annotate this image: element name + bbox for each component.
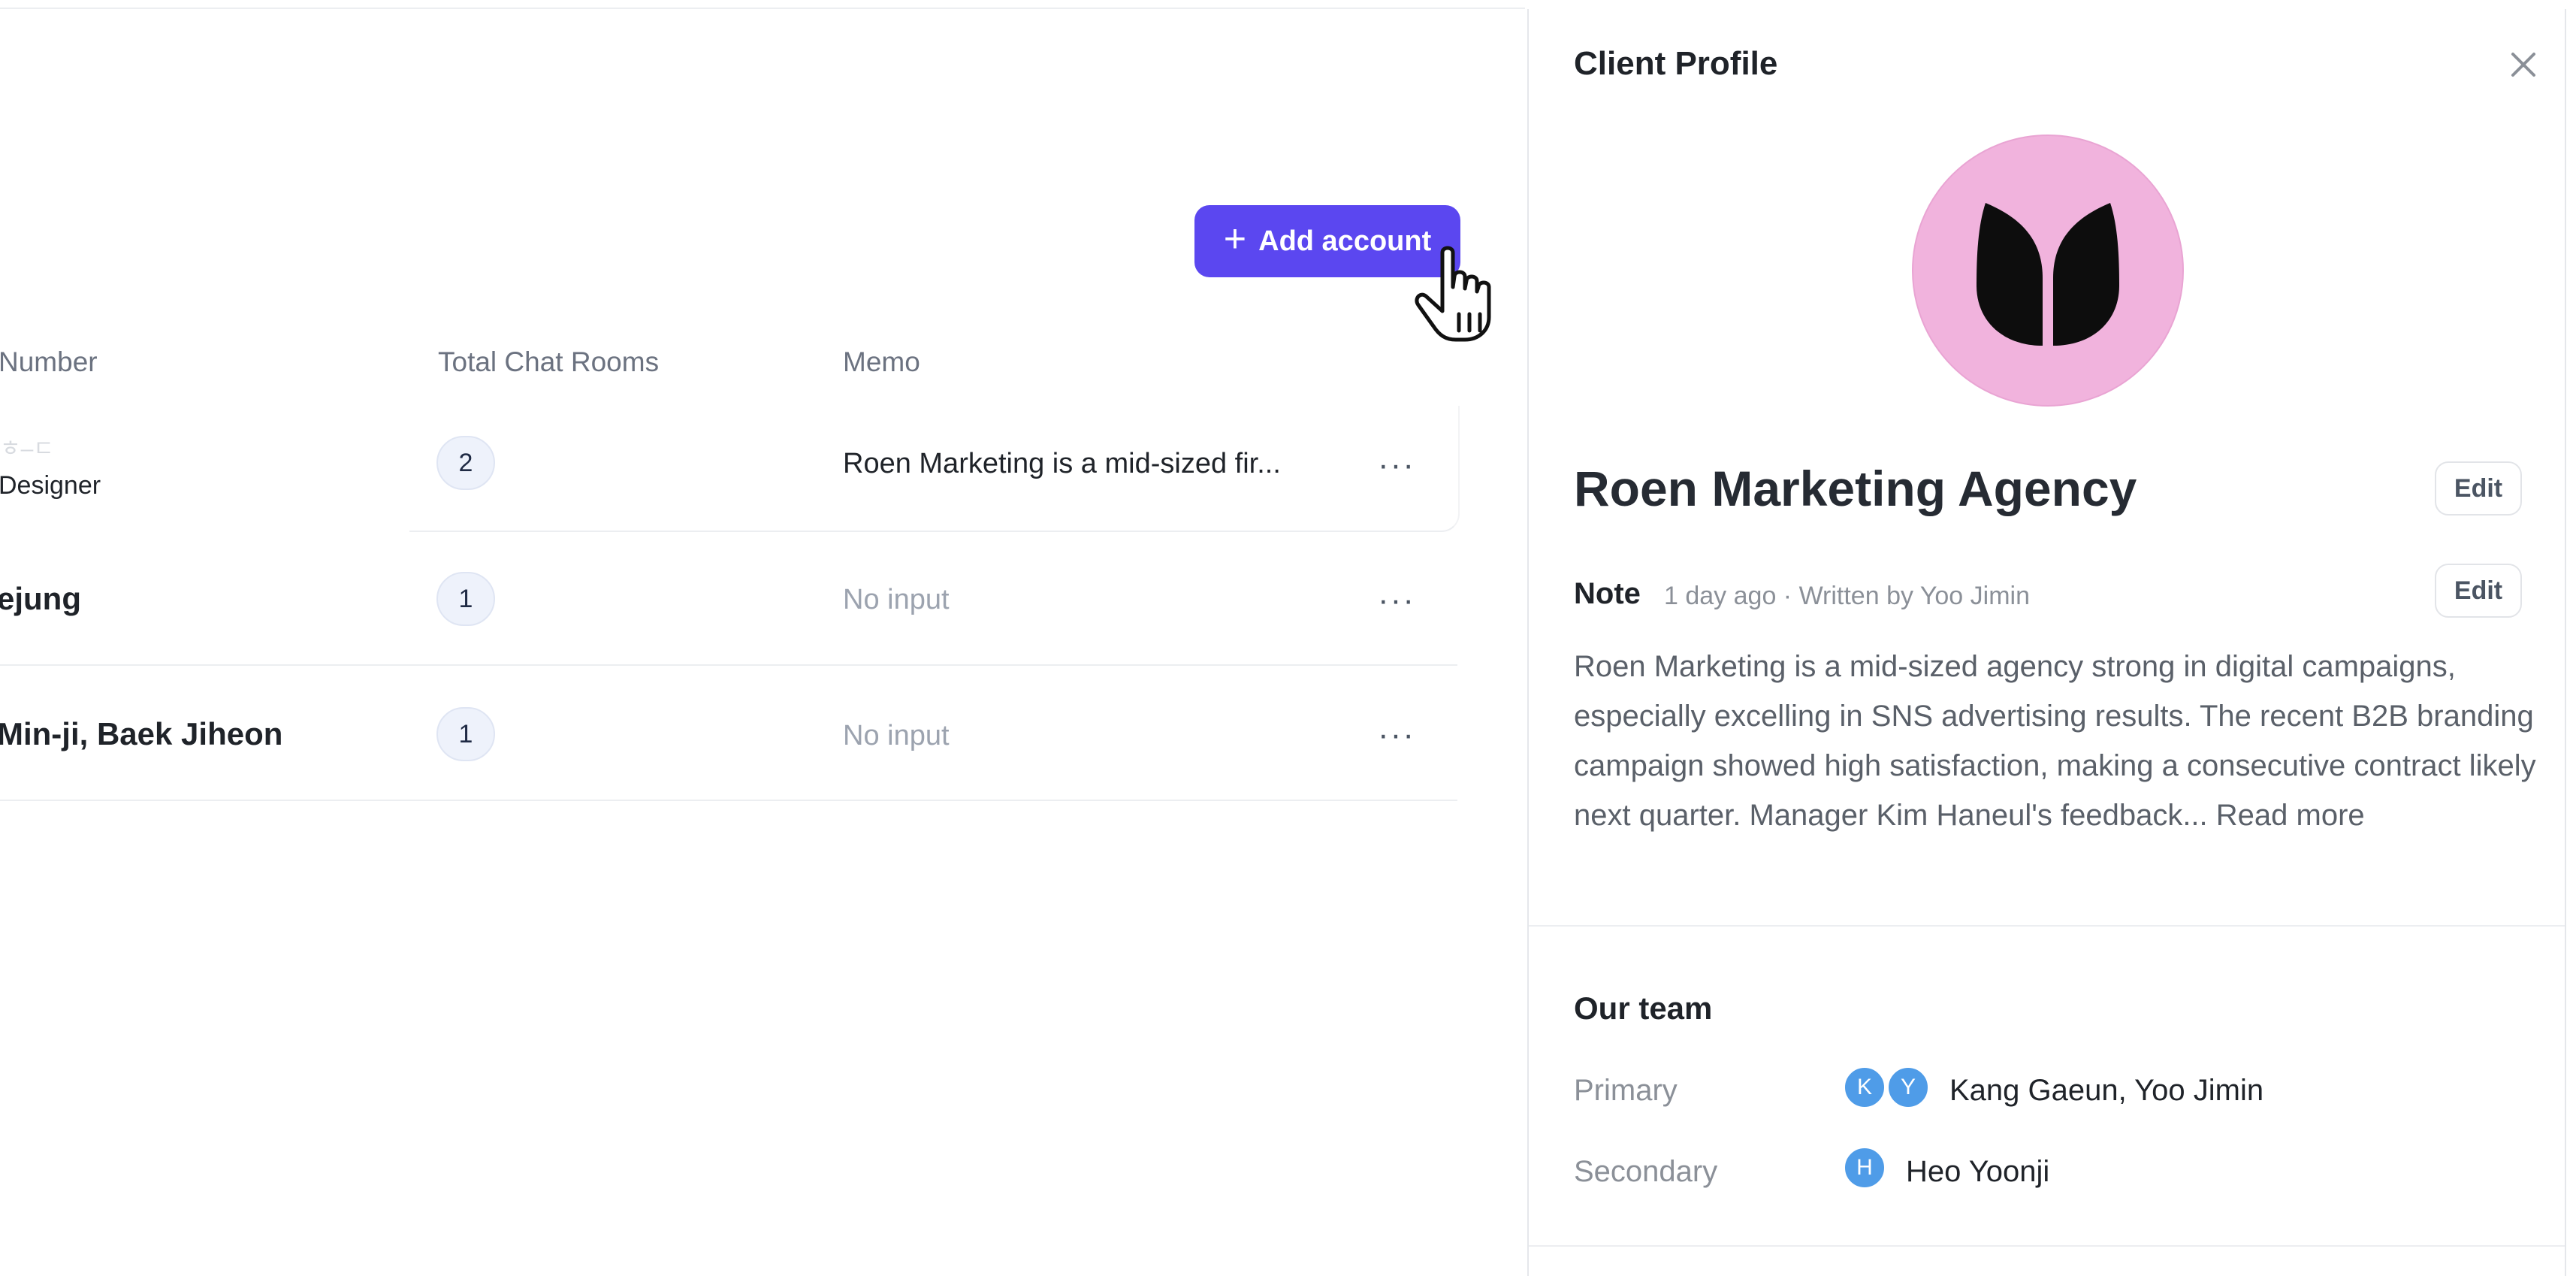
primary-team-names: Kang Gaeun, Yoo Jimin bbox=[1949, 1074, 2264, 1107]
edit-company-button[interactable]: Edit bbox=[2435, 461, 2522, 516]
secondary-label: Secondary bbox=[1574, 1155, 1718, 1188]
section-divider bbox=[1529, 1245, 2565, 1247]
avatar[interactable]: Y bbox=[1886, 1066, 1930, 1109]
company-name: Roen Marketing Agency bbox=[1574, 461, 2137, 516]
row-1-chat-rooms-badge: 2 bbox=[436, 436, 495, 490]
company-logo bbox=[1912, 135, 2184, 407]
note-body: Roen Marketing is a mid-sized agency str… bbox=[1574, 650, 2536, 832]
column-header-memo[interactable]: Memo bbox=[843, 346, 920, 378]
row-3-name: Min-ji, Baek Jiheon bbox=[0, 716, 283, 751]
column-header-number[interactable]: Number bbox=[0, 346, 98, 378]
top-divider bbox=[0, 8, 1525, 9]
tulip-logo-icon bbox=[1977, 203, 2119, 346]
secondary-team-names: Heo Yoonji bbox=[1906, 1155, 2050, 1188]
read-more-link[interactable]: Read more bbox=[2216, 799, 2365, 832]
avatar[interactable]: K bbox=[1843, 1066, 1886, 1109]
row-1-more-options-icon[interactable]: ··· bbox=[1374, 446, 1419, 483]
section-divider bbox=[1529, 925, 2565, 927]
note-meta: 1 day ago · Written by Yoo Jimin bbox=[1664, 582, 2030, 610]
row-1-memo: Roen Marketing is a mid-sized fir... bbox=[843, 448, 1281, 479]
close-icon[interactable] bbox=[2505, 47, 2541, 83]
row-3-more-options-icon[interactable]: ··· bbox=[1374, 716, 1419, 753]
row-3-memo: No input bbox=[843, 720, 950, 751]
note-label: Note bbox=[1574, 577, 1641, 610]
plus-icon: + bbox=[1223, 217, 1247, 261]
row-2-memo: No input bbox=[843, 584, 950, 615]
edit-note-button[interactable]: Edit bbox=[2435, 564, 2522, 618]
our-team-title: Our team bbox=[1574, 990, 1713, 1026]
add-account-label: Add account bbox=[1258, 225, 1432, 257]
avatar[interactable]: H bbox=[1843, 1146, 1886, 1190]
row-3-chat-rooms-badge: 1 bbox=[436, 707, 495, 761]
row-divider bbox=[0, 664, 1457, 666]
primary-label: Primary bbox=[1574, 1074, 1678, 1107]
row-2-name: ejung bbox=[0, 581, 81, 616]
row-2-more-options-icon[interactable]: ··· bbox=[1374, 582, 1419, 618]
column-header-total-chat-rooms[interactable]: Total Chat Rooms bbox=[438, 346, 659, 378]
row-1-role: Designer bbox=[0, 471, 101, 500]
note-text: Roen Marketing is a mid-sized agency str… bbox=[1574, 642, 2543, 840]
row-divider bbox=[0, 800, 1457, 801]
row-1-faded-label: ㅎ–ㄷ bbox=[0, 437, 54, 461]
row-2-chat-rooms-badge: 1 bbox=[436, 572, 495, 626]
hand-cursor-icon bbox=[1415, 246, 1491, 342]
panel-title: Client Profile bbox=[1574, 45, 1778, 82]
client-profile-panel: Client Profile Roen Marketing Agency Edi… bbox=[1527, 9, 2566, 1276]
